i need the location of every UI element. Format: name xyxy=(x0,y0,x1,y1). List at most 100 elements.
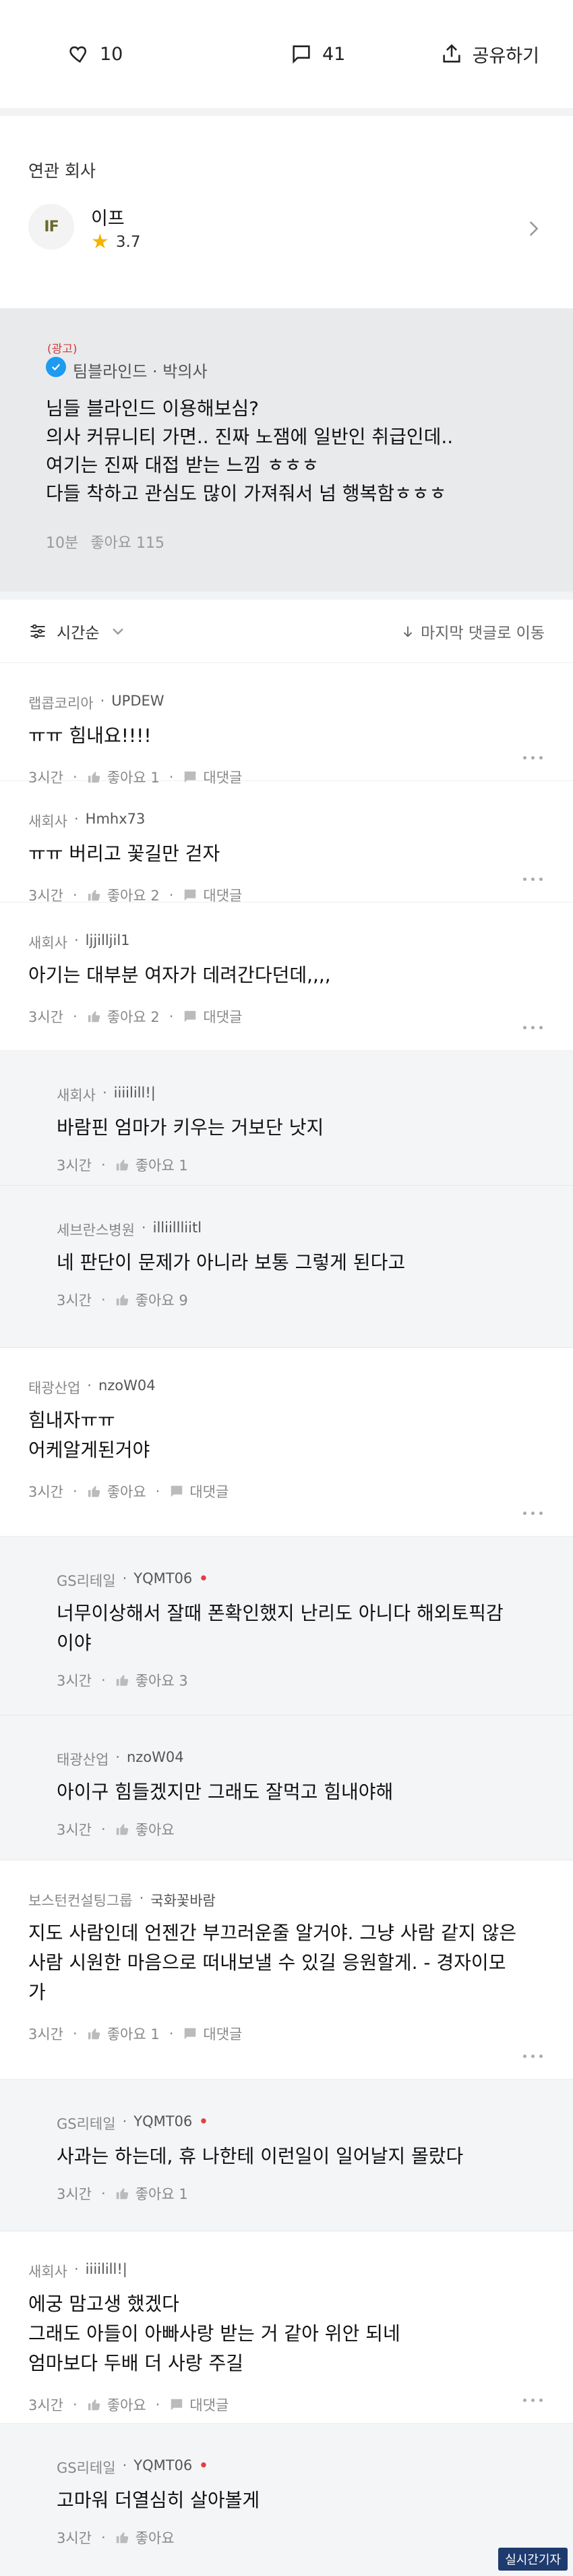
reply-comment[interactable]: GS리테일 · YQMT06 • 너무이상해서 잘때 폰확인했지 난리도 아니다 해외토… xyxy=(0,1537,573,1715)
more-options-icon[interactable] xyxy=(522,2397,545,2403)
comment-header: 세브란스병원 · illiillliitl xyxy=(57,1220,202,1240)
comment-author[interactable]: 국화꽃바람 xyxy=(150,1890,216,1910)
company-name[interactable]: 이프 xyxy=(91,204,125,230)
comment-line: 네 판단이 문제가 아니라 보통 그렇게 된다고 xyxy=(57,1251,406,1273)
comment-time: 3시간 xyxy=(28,2026,64,2042)
more-options-icon[interactable] xyxy=(522,2053,545,2059)
chevron-right-icon[interactable] xyxy=(522,217,545,240)
author-badge-icon: • xyxy=(199,2457,208,2473)
comment-author[interactable]: YQMT06 xyxy=(133,2457,192,2478)
ad-post[interactable]: (광고) 팀블라인드 · 박의사 님들 블라인드 이용해보심? 의사 커뮤니티 … xyxy=(0,308,573,592)
comment-body: 지도 사람인데 언젠간 부끄러운줄 알거야. 그냥 사람 같지 않은 사람 시원한… xyxy=(28,1918,545,2007)
separator-dot: · xyxy=(122,2457,127,2473)
more-options-icon[interactable] xyxy=(522,754,545,761)
comment-author[interactable]: iiiilill!| xyxy=(114,1085,156,1105)
more-options-icon[interactable] xyxy=(522,876,545,882)
reply-icon xyxy=(171,1485,183,1497)
comment-meta: 3시간 · 좋아요 xyxy=(57,2527,175,2548)
comment-count: 41 xyxy=(322,43,346,65)
ad-line: 다들 착하고 관심도 많이 가져줘서 넘 행복함ㅎㅎㅎ xyxy=(46,482,447,505)
comment[interactable]: 새회사 · iiiilill!| 에궁 맘고생 했겠다 그래도 아들이 아빠사랑 받는 … xyxy=(0,2231,573,2424)
comment-author[interactable]: ljjilljil1 xyxy=(86,932,130,952)
reply-button[interactable]: 대댓글 xyxy=(183,2024,242,2044)
like-comment-button[interactable]: 좋아요 xyxy=(115,1819,175,1839)
comment-body: 아기는 대부분 여자가 데려간다던데,,,, xyxy=(28,961,545,990)
comment-company: GS리테일 xyxy=(57,1573,116,1589)
like-comment-button[interactable]: 좋아요 1 xyxy=(115,1155,188,1175)
reply-comment[interactable]: 새회사 · iiiilill!| 바람핀 엄마가 키우는 거보단 낫지 3시간 · 좋아요 … xyxy=(0,1051,573,1186)
comment-author[interactable]: Hmhx73 xyxy=(86,811,146,831)
reply-label: 대댓글 xyxy=(203,1009,243,1025)
comment-likes: 좋아요 2 xyxy=(107,1009,160,1025)
comment-line: 힘내자ㅠㅠ xyxy=(28,1409,115,1431)
comment-author[interactable]: nzoW04 xyxy=(98,1377,156,1398)
like-comment-button[interactable]: 좋아요 2 xyxy=(87,1006,160,1027)
separator-dot: · xyxy=(101,2529,106,2546)
like-button[interactable]: 10 xyxy=(34,42,202,65)
watermark: 실시간기자 xyxy=(498,2548,568,2571)
comment-meta: 3시간 · 좋아요 · 대댓글 xyxy=(28,1481,229,1501)
share-button[interactable]: 공유하기 xyxy=(440,41,539,67)
like-comment-button[interactable]: 좋아요 9 xyxy=(115,1290,188,1310)
comment-body: 고마워 더열심히 살아볼게 xyxy=(57,2486,545,2515)
sort-dropdown[interactable]: 시간순 xyxy=(28,620,127,643)
comment[interactable]: 보스턴컨설팅그룹 · 국화꽃바람 지도 사람인데 언젠간 부끄러운줄 알거야. 그냥 … xyxy=(0,1860,573,2080)
reply-comment[interactable]: GS리테일 · YQMT06 • 사과는 하는데, 휴 나한테 이런일이 일어날지 몰랐… xyxy=(0,2080,573,2231)
comment-line: 사과는 하는데, 휴 나한테 이런일이 일어날지 몰랐다 xyxy=(57,2145,464,2167)
reply-button[interactable]: 대댓글 xyxy=(169,2395,229,2415)
section-divider xyxy=(0,108,573,116)
comment-line: 이야 xyxy=(57,1632,92,1654)
comment-line: 사람 시원한 마음으로 떠내보낼 수 있길 응원할게. - 경자이모 xyxy=(28,1951,506,1974)
ad-line: 여기는 진짜 대접 받는 느낌 ㅎㅎㅎ xyxy=(46,454,320,476)
thumbs-up-icon xyxy=(88,2399,100,2411)
comment-time: 3시간 xyxy=(57,1292,92,1309)
comment-button[interactable]: 41 xyxy=(202,42,378,65)
thumbs-up-icon xyxy=(116,2532,128,2544)
like-comment-button[interactable]: 좋아요 xyxy=(115,2527,175,2548)
separator-dot: · xyxy=(122,1570,127,1586)
comment-body: 아이구 힘들겠지만 그래도 잘먹고 힘내야해 xyxy=(57,1777,545,1807)
comment-company: 세브란스병원 xyxy=(57,1222,135,1238)
more-options-icon[interactable] xyxy=(522,1510,545,1516)
comment[interactable]: 새회사 · ljjilljil1 아기는 대부분 여자가 데려간다던데,,,, 3시간 ·… xyxy=(0,903,573,1051)
comment-likes: 좋아요 xyxy=(135,2530,175,2546)
more-options-icon[interactable] xyxy=(522,1024,545,1031)
like-comment-button[interactable]: 좋아요 1 xyxy=(87,2024,160,2044)
comment-author[interactable]: nzoW04 xyxy=(127,1749,184,1769)
comment-author[interactable]: YQMT06 xyxy=(133,1570,192,1591)
separator-dot: · xyxy=(73,1483,78,1499)
like-comment-button[interactable]: 좋아요 1 xyxy=(115,2183,188,2204)
comment-company: GS리테일 xyxy=(57,2460,116,2476)
separator-dot: · xyxy=(73,2397,78,2413)
separator-dot: · xyxy=(141,1220,146,1236)
reply-button[interactable]: 대댓글 xyxy=(169,1481,229,1501)
comment-meta: 3시간 · 좋아요 2 · 대댓글 xyxy=(28,1006,242,1027)
comment[interactable]: 새회사 · Hmhx73 ㅠㅠ 버리고 꽃길만 걷자 3시간 · 좋아요 2 · 대댓글 xyxy=(0,781,573,904)
reply-comment[interactable]: 세브란스병원 · illiillliitl 네 판단이 문제가 아니라 보통 그렇게 … xyxy=(0,1186,573,1348)
thumbs-up-icon xyxy=(116,2188,128,2200)
comment-likes: 좋아요 1 xyxy=(135,2186,188,2202)
related-title: 연관 회사 xyxy=(28,161,96,181)
separator-dot: · xyxy=(101,1157,106,1173)
reply-comment[interactable]: 태광산업 · nzoW04 아이구 힘들겠지만 그래도 잘먹고 힘내야해 3시간 · 좋아요 xyxy=(0,1715,573,1860)
jump-to-last-comment[interactable]: 마지막 댓글로 이동 xyxy=(400,620,545,643)
comment-author[interactable]: illiillliitl xyxy=(153,1220,202,1240)
like-comment-button[interactable]: 좋아요 xyxy=(87,1481,146,1501)
separator-dot: · xyxy=(100,693,105,709)
reply-comment[interactable]: GS리테일 · YQMT06 • 고마워 더열심히 살아볼게 3시간 · 좋아요 xyxy=(0,2424,573,2576)
comment-author[interactable]: YQMT06 xyxy=(133,2113,192,2134)
comment-author[interactable]: UPDEW xyxy=(111,693,164,713)
reply-icon xyxy=(185,2028,196,2040)
comment-time: 3시간 xyxy=(28,1484,64,1500)
comment-author[interactable]: iiiilill!| xyxy=(86,2261,127,2281)
like-comment-button[interactable]: 좋아요 3 xyxy=(115,1670,188,1690)
comment-likes: 좋아요 xyxy=(107,1484,146,1500)
rating-value: 3.7 xyxy=(115,233,141,251)
company-logo[interactable]: IF xyxy=(28,204,74,250)
comment[interactable]: 태광산업 · nzoW04 힘내자ㅠㅠ 어케알게된거야 3시간 · 좋아요 · 대댓글 xyxy=(0,1348,573,1537)
separator-dot: · xyxy=(101,1821,106,1837)
reply-button[interactable]: 대댓글 xyxy=(183,1006,242,1027)
like-comment-button[interactable]: 좋아요 xyxy=(87,2395,146,2415)
comment[interactable]: 랩콥코리아 · UPDEW ㅠㅠ 힘내요!!!! 3시간 · 좋아요 1 · 대댓글 xyxy=(0,663,573,786)
ad-line: 님들 블라인드 이용해보심? xyxy=(46,397,260,420)
